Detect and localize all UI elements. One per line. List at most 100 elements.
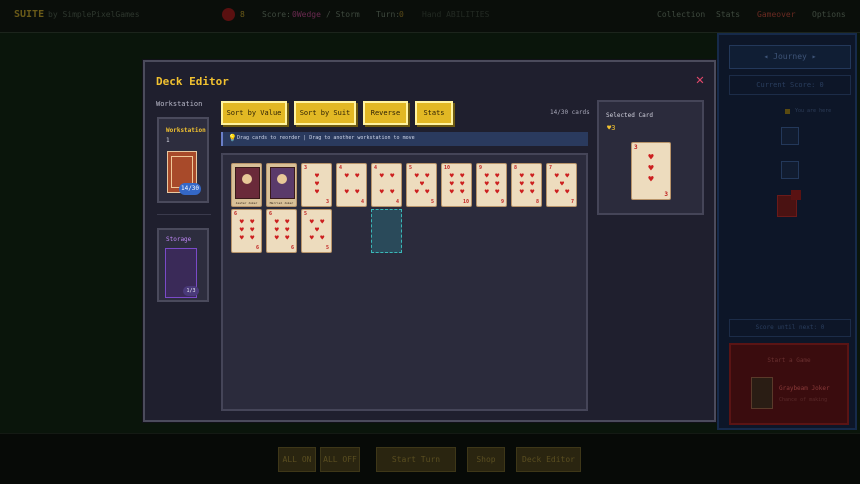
storage-count-badge: 1/3 <box>183 286 199 296</box>
heart-pips-icon: ♥ ♥ ♥ ♥ ♥ <box>554 172 571 196</box>
card-rank: 7 <box>549 165 553 171</box>
card-rank: 3 <box>664 191 668 198</box>
joker-card[interactable]: Jester Joker <box>231 163 262 207</box>
joker-label: Merriel Joker <box>269 201 294 205</box>
heart-pips-icon: ♥ ♥ ♥ ♥ <box>379 172 396 196</box>
game-logo: SUITE <box>14 9 45 20</box>
heart-pips-icon: ♥ ♥ ♥ ♥ ♥ <box>309 218 326 242</box>
playing-card[interactable]: 4 ♥ ♥ ♥ ♥ 4 <box>336 163 367 207</box>
nav-stats[interactable]: Stats <box>716 10 740 19</box>
card-rank: 3 <box>325 199 329 205</box>
card-rank: 6 <box>290 245 294 251</box>
card-rank: 3 <box>304 165 308 171</box>
heart-icon <box>222 8 235 21</box>
subtitle: by SimplePixelGames <box>48 10 140 19</box>
joker-card-thumb <box>751 377 773 409</box>
card-rank: 8 <box>514 165 518 171</box>
card-rank: 3 <box>634 144 638 151</box>
card-rank: 4 <box>339 165 343 171</box>
card-rank: 4 <box>374 165 378 171</box>
playing-card[interactable]: 6 ♥ ♥ ♥ ♥ ♥ ♥ 6 <box>266 209 297 253</box>
journey-slot[interactable] <box>781 161 799 179</box>
all-off-button[interactable]: ALL OFF <box>320 447 360 472</box>
card-rank: 9 <box>479 165 483 171</box>
card-rank: 5 <box>409 165 413 171</box>
heart-pips-icon: ♥ ♥ ♥ ♥ ♥ ♥ <box>449 172 466 196</box>
joker-label: Jester Joker <box>235 201 258 205</box>
sort-by-value-button[interactable]: Sort by Value <box>221 101 287 125</box>
top-bar: SUITE by SimplePixelGames 8 Score: 0Wedg… <box>0 0 860 33</box>
playing-card[interactable]: 8 ♥ ♥ ♥ ♥ ♥ ♥ 8 <box>511 163 542 207</box>
playing-card[interactable]: 4 ♥ ♥ ♥ ♥ 4 <box>371 163 402 207</box>
selected-card-value: ♥3 <box>607 124 616 132</box>
heart-pips-icon: ♥ ♥ ♥ <box>314 172 321 196</box>
joker-card[interactable]: Merriel Joker <box>266 163 297 207</box>
stats-button[interactable]: Stats <box>415 101 453 125</box>
journey-slot[interactable] <box>781 127 799 145</box>
workstation-tile[interactable]: Workstation 1 14/30 <box>157 117 209 203</box>
journey-selector[interactable]: ◂ Journey ▸ <box>729 45 851 69</box>
playing-card[interactable]: 3 ♥ ♥ ♥ 3 <box>301 163 332 207</box>
modal-title: Deck Editor <box>156 75 229 88</box>
heart-pips-icon: ♥ ♥ ♥ ♥ <box>344 172 361 196</box>
topbar-hint: Hand ABILITIES <box>422 10 490 19</box>
divider <box>157 214 211 215</box>
score-label: Score: <box>262 10 291 19</box>
playing-card[interactable]: 7 ♥ ♥ ♥ ♥ ♥ 7 <box>546 163 577 207</box>
joker-art-icon <box>235 167 260 199</box>
card-rank: 6 <box>269 211 273 217</box>
joker-header: Start a Game <box>767 357 811 364</box>
nav-options[interactable]: Options <box>812 10 846 19</box>
card-rank: 5 <box>304 211 308 217</box>
shop-button[interactable]: Shop <box>467 447 505 472</box>
heart-pips-icon: ♥ ♥ ♥ ♥ ♥ <box>414 172 431 196</box>
lightbulb-icon: 💡 <box>228 134 237 142</box>
workstation-name: Workstation <box>166 127 206 134</box>
sort-by-suit-button[interactable]: Sort by Suit <box>294 101 356 125</box>
close-icon[interactable]: ✕ <box>693 73 707 87</box>
workstation-heading: Workstation <box>156 100 203 108</box>
storage-name: Storage <box>166 236 192 243</box>
deck-editor-button[interactable]: Deck Editor <box>516 447 581 472</box>
storage-tile[interactable]: Storage 1/3 <box>157 228 209 302</box>
start-turn-button[interactable]: Start Turn <box>376 447 456 472</box>
selected-card-panel: Selected Card ♥3 3 ♥ ♥ ♥ 3 <box>597 100 704 215</box>
reverse-button[interactable]: Reverse <box>363 101 408 125</box>
marker-dot <box>785 109 790 114</box>
playing-card[interactable]: 5 ♥ ♥ ♥ ♥ ♥ 5 <box>406 163 437 207</box>
card-rank: 5 <box>325 245 329 251</box>
selected-card-label: Selected Card <box>606 112 653 119</box>
card-rank: 8 <box>535 199 539 205</box>
playing-card[interactable]: 9 ♥ ♥ ♥ ♥ ♥ ♥ 9 <box>476 163 507 207</box>
card-rank: 4 <box>360 199 364 205</box>
playing-card[interactable]: 5 ♥ ♥ ♥ ♥ ♥ 5 <box>301 209 332 253</box>
nav-gameover[interactable]: Gameover <box>757 10 796 19</box>
heart-count: 8 <box>240 10 245 19</box>
hint-text: Drag cards to reorder | Drag to another … <box>237 135 415 141</box>
card-rank: 6 <box>255 245 259 251</box>
card-rank: 4 <box>395 199 399 205</box>
heart-pips-icon: ♥ ♥ ♥ ♥ ♥ ♥ <box>484 172 501 196</box>
card-rank: 9 <box>500 199 504 205</box>
journey-panel: ◂ Journey ▸ Current Score: 0 You are her… <box>717 33 857 430</box>
turn-value: 0 <box>399 10 404 19</box>
joker-name: Graybeam Joker <box>779 385 830 392</box>
marker-label: You are here <box>795 108 832 114</box>
bottom-bar: ALL ON ALL OFF Start Turn Shop Deck Edit… <box>0 433 860 484</box>
heart-pips-icon: ♥ ♥ ♥ ♥ ♥ ♥ <box>519 172 536 196</box>
card-pips: ♥ ♥ ♥ <box>648 153 654 185</box>
joker-panel[interactable]: Start a Game Graybeam Joker Chance of ma… <box>729 343 849 425</box>
card-rank: 7 <box>570 199 574 205</box>
journey-marker: You are here <box>785 107 845 119</box>
drop-placeholder[interactable] <box>371 209 402 253</box>
playing-card[interactable]: 6 ♥ ♥ ♥ ♥ ♥ ♥ 6 <box>231 209 262 253</box>
nav-collection[interactable]: Collection <box>657 10 705 19</box>
score-target: / Storm <box>326 10 360 19</box>
workstation-index: 1 <box>166 137 170 144</box>
deck-work-area[interactable]: Jester Joker Merriel Joker 3 ♥ ♥ ♥ 3 4 ♥ ♥ ♥ ♥ 4 4… <box>221 153 588 411</box>
journey-badge <box>791 190 801 200</box>
playing-card[interactable]: 10 ♥ ♥ ♥ ♥ ♥ ♥ 10 <box>441 163 472 207</box>
goal-text: Score until next: 0 <box>729 319 851 337</box>
all-on-button[interactable]: ALL ON <box>278 447 316 472</box>
hint-bar: 💡 Drag cards to reorder | Drag to anothe… <box>221 132 588 146</box>
